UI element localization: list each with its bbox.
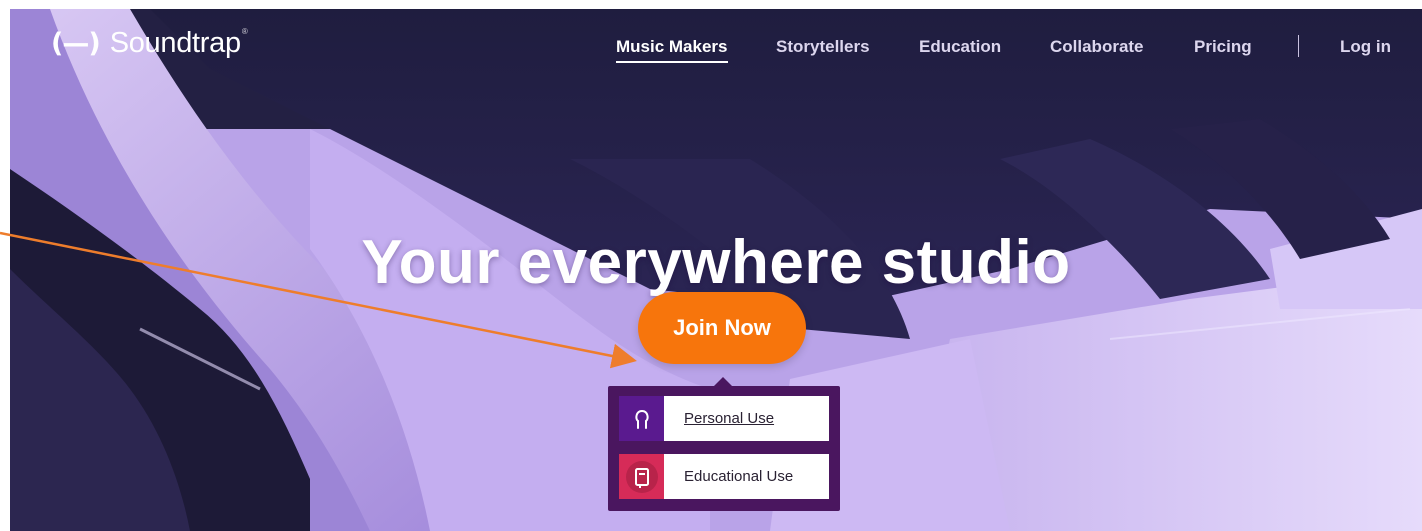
hero-title: Your everywhere studio bbox=[361, 227, 1071, 297]
active-nav-underline bbox=[616, 61, 728, 63]
personal-use-option[interactable]: Personal Use bbox=[619, 396, 829, 441]
soundtrap-logo-mark: (—) bbox=[51, 28, 101, 59]
soundtrap-logo[interactable]: (—) Soundtrap® bbox=[51, 27, 248, 60]
logo-wordmark: Soundtrap bbox=[109, 27, 241, 59]
hero-section: (—) Soundtrap® Music Makers Storytellers… bbox=[10, 9, 1422, 531]
nav-storytellers[interactable]: Storytellers bbox=[776, 37, 870, 57]
nav-divider bbox=[1298, 35, 1299, 57]
nav-music-makers[interactable]: Music Makers bbox=[616, 37, 728, 63]
soundtrap-logo-text: Soundtrap® bbox=[110, 27, 248, 60]
dropdown-caret bbox=[713, 377, 733, 387]
personal-use-label: Personal Use bbox=[684, 410, 775, 427]
nav-education[interactable]: Education bbox=[919, 37, 1001, 57]
nav-collaborate[interactable]: Collaborate bbox=[1050, 37, 1144, 57]
tablet-icon bbox=[619, 454, 664, 499]
educational-use-label: Educational Use bbox=[684, 468, 794, 485]
person-icon bbox=[619, 396, 664, 441]
join-dropdown-menu: Personal Use Educational Use bbox=[608, 377, 840, 511]
login-link[interactable]: Log in bbox=[1340, 37, 1391, 57]
nav-pricing[interactable]: Pricing bbox=[1194, 37, 1252, 57]
nav-music-makers-label: Music Makers bbox=[616, 37, 728, 56]
educational-use-option[interactable]: Educational Use bbox=[619, 454, 829, 499]
join-now-button[interactable]: Join Now bbox=[638, 292, 806, 364]
registered-mark: ® bbox=[241, 27, 248, 36]
